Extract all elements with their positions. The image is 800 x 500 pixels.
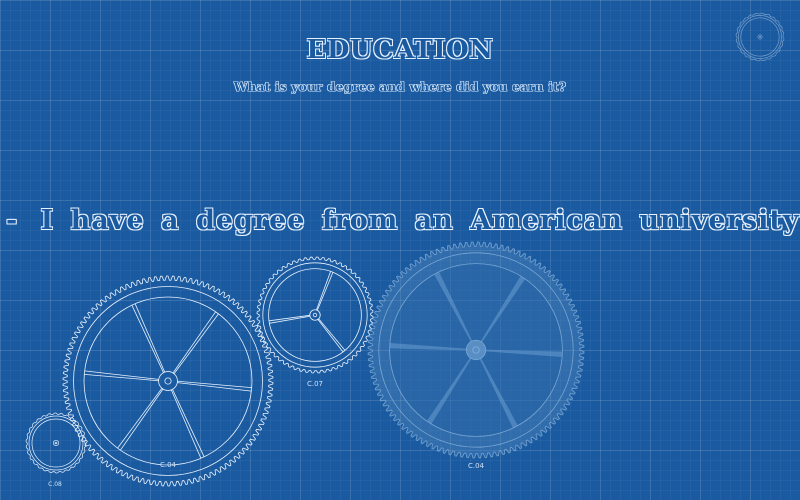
large-left-gear-label: C.04 <box>160 461 177 469</box>
middle-gear-label: C.07 <box>307 380 323 388</box>
gear-illustration: C.04 C.08 C.07 C.04 <box>25 12 785 488</box>
middle-gear-icon <box>256 256 374 374</box>
right-gear-icon <box>367 241 585 459</box>
large-left-gear-icon <box>62 275 274 487</box>
right-gear-label: C.04 <box>468 462 485 470</box>
small-left-gear-icon <box>25 412 87 474</box>
small-left-gear-label: C.08 <box>48 481 62 488</box>
corner-gear-icon <box>735 12 785 62</box>
